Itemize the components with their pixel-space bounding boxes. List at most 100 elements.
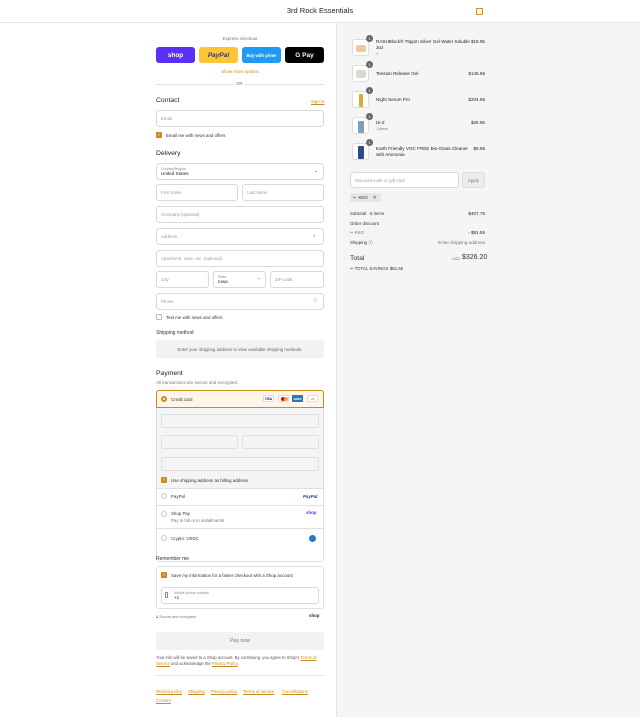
security-code-field[interactable] <box>242 435 319 449</box>
product-thumbnail <box>352 65 369 82</box>
news-checkbox[interactable]: ✓ <box>156 132 162 138</box>
product-price: $204.95 <box>468 97 485 102</box>
billing-checkbox[interactable]: ✓ <box>161 477 167 483</box>
footer-link-refund[interactable]: Refund policy <box>156 689 182 694</box>
quantity-badge: 1 <box>366 139 373 146</box>
checkout-form: Express checkout shop PayPal Buy with pr… <box>0 23 336 717</box>
product-thumbnail <box>352 91 369 108</box>
chevron-down-icon: ⌄ <box>257 275 261 280</box>
contact-title: Contact <box>156 97 180 104</box>
store-name[interactable]: 3rd Rock Essentials <box>0 6 640 15</box>
info-icon[interactable]: ⓘ <box>368 240 372 245</box>
pay-now-button[interactable]: Pay now <box>156 632 324 650</box>
credit-card-label: Credit card <box>171 397 193 402</box>
help-icon[interactable]: ⓘ <box>313 298 317 304</box>
address-field[interactable]: Address <box>156 228 324 245</box>
billing-label: Use shipping address as billing address <box>171 478 249 483</box>
shop-pay-subtitle: Pay in full or in installments <box>171 518 225 523</box>
or-separator: OR <box>234 81 245 86</box>
paypal-button[interactable]: PayPal <box>199 47 238 63</box>
shop-logo: shop <box>309 613 320 618</box>
shop-pay-logo: shop <box>306 510 317 515</box>
shop-pay-button[interactable]: shop <box>156 47 195 63</box>
shipping-message: Enter your shipping address to view avai… <box>156 340 324 358</box>
tag-icon: ⌲ <box>353 195 357 200</box>
shipping-label: Shipping ⓘ <box>350 240 373 245</box>
text-news-checkbox[interactable] <box>156 314 162 320</box>
paypal-label: PayPal <box>171 494 185 499</box>
delivery-title: Delivery <box>156 150 181 157</box>
quantity-badge: 1 <box>366 61 373 68</box>
subtotal-value: $407.75 <box>468 211 485 216</box>
expiration-field[interactable] <box>161 435 238 449</box>
divider <box>157 528 323 529</box>
shop-pay-radio[interactable] <box>161 511 167 517</box>
total-label: Total <box>350 255 365 262</box>
privacy-link[interactable]: Privacy Policy <box>212 661 238 666</box>
apply-button[interactable]: Apply <box>462 172 485 188</box>
name-on-card-field[interactable] <box>161 457 319 471</box>
usdc-icon <box>309 535 316 542</box>
shop-pay-label: Shop Pay <box>171 511 191 516</box>
last-name-field[interactable]: Last name <box>242 184 324 201</box>
discount-amount: - $81.55 <box>468 230 485 235</box>
phone-field[interactable]: Phone <box>156 293 324 310</box>
product-thumbnail <box>352 143 369 160</box>
currency: USD <box>452 257 461 261</box>
quantity-badge: 1 <box>366 35 373 42</box>
footer-link-contact[interactable]: Contact <box>156 698 171 703</box>
shopping-bag-icon[interactable] <box>476 8 483 15</box>
crypto-radio[interactable] <box>161 535 167 541</box>
footer-link-cancellations[interactable]: Cancellations <box>282 689 308 694</box>
save-info-label: Save my information for a faster checkou… <box>171 573 293 578</box>
mastercard-icon <box>278 395 289 402</box>
company-field[interactable]: Company (optional) <box>156 206 324 223</box>
amex-icon: AMEX <box>292 395 303 402</box>
city-field[interactable]: City <box>156 271 209 288</box>
shipping-method-title: Shipping method <box>156 330 194 336</box>
first-name-field[interactable]: First name <box>156 184 238 201</box>
search-icon: ⌕ <box>313 233 316 238</box>
shipping-value: Enter shipping address <box>438 240 485 245</box>
quantity-badge: 1 <box>366 87 373 94</box>
sign-in-link[interactable]: Sign in <box>311 99 324 104</box>
footer-link-privacy[interactable]: Privacy policy <box>211 689 237 694</box>
product-price: $9.95 <box>473 146 486 151</box>
product-variant: 1 <box>376 52 379 56</box>
chevron-down-icon: ⌄ <box>314 168 318 173</box>
payment-title: Payment <box>156 370 183 377</box>
quantity-badge: 1 <box>366 113 373 120</box>
country-select[interactable]: Country/Region United States <box>156 163 324 180</box>
discount-field[interactable]: Discount code or gift card <box>350 172 459 188</box>
product-variant: 1 piece <box>376 127 389 131</box>
footer-link-shipping[interactable]: Shipping <box>188 689 205 694</box>
shop-notice: Your info will be saved to a Shop accoun… <box>156 655 317 667</box>
amazon-pay-button[interactable]: Buy with prime <box>242 47 281 63</box>
visa-icon: VISA <box>263 395 274 402</box>
google-pay-button[interactable]: G Pay <box>285 47 324 63</box>
news-label: Email me with news and offers <box>166 133 226 138</box>
card-number-field[interactable] <box>161 414 319 428</box>
product-thumbnail <box>352 117 369 134</box>
credit-card-radio[interactable] <box>161 396 167 402</box>
email-field[interactable]: Email <box>156 110 324 127</box>
total-value: $326.20 <box>462 254 488 261</box>
zip-field[interactable]: ZIP code <box>270 271 324 288</box>
product-price: $26.95 <box>470 120 485 125</box>
more-cards-badge: +5 <box>307 395 318 402</box>
order-summary: 1 RASHBlock® 75ppm Silver Gel Water Solu… <box>336 23 640 717</box>
header: 3rd Rock Essentials <box>0 0 640 23</box>
close-icon[interactable]: ✕ <box>373 195 377 201</box>
secure-text: 🔒︎ Secure and encrypted <box>156 615 197 619</box>
order-discount-label: Order discount <box>350 221 379 226</box>
mobile-phone-field[interactable]: Mobile phone number +1 <box>161 587 319 604</box>
payment-subtitle: All transactions are secure and encrypte… <box>156 380 239 385</box>
save-info-checkbox[interactable]: ✓ <box>161 572 167 578</box>
footer-link-terms[interactable]: Terms of service <box>243 689 274 694</box>
paypal-radio[interactable] <box>161 493 167 499</box>
apartment-field[interactable]: Apartment, suite, etc. (optional) <box>156 250 324 267</box>
discount-tag: ⌲ KKO ✕ <box>350 193 381 202</box>
product-price: $19.95 <box>470 39 485 44</box>
divider <box>157 488 323 489</box>
paypal-logo: PayPal <box>303 494 318 499</box>
